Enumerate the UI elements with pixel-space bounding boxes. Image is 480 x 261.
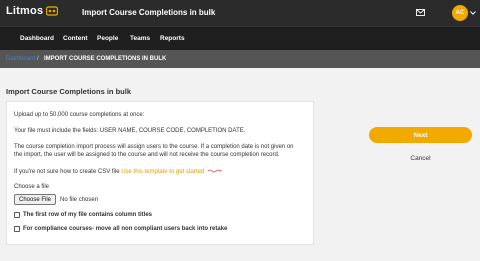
choose-file-label: Choose a file (14, 184, 50, 190)
template-hint: If you're not sure how to create CSV fil… (14, 168, 222, 176)
avatar[interactable]: AC (452, 5, 468, 21)
nav-reports[interactable]: Reports (160, 35, 185, 42)
breadcrumb-separator: / (37, 56, 39, 62)
column-titles-label[interactable]: The first row of my file contains column… (23, 212, 152, 218)
page-title: Import Course Completions in bulk (82, 8, 216, 17)
compliance-option[interactable]: For compliance courses- move all non com… (14, 226, 227, 232)
nav-teams[interactable]: Teams (130, 35, 150, 42)
required-fields-text: Your file must include the fields: USER … (14, 128, 246, 134)
compliance-label[interactable]: For compliance courses- move all non com… (23, 226, 227, 232)
breadcrumb: Dashboard / IMPORT COURSE COMPLETIONS IN… (0, 50, 480, 68)
next-button[interactable]: Next (369, 127, 472, 143)
chevron-down-icon[interactable] (470, 11, 476, 15)
upload-limit-text: Upload up to 50,000 course completions a… (14, 112, 145, 118)
logo[interactable]: Litmos (6, 5, 59, 17)
nav-people[interactable]: People (97, 35, 118, 42)
squiggle-underline-icon (207, 170, 222, 173)
logo-mark-icon (46, 6, 59, 16)
logo-text: Litmos (6, 5, 44, 17)
top-bar: Litmos Import Course Completions in bulk… (0, 0, 480, 26)
column-titles-checkbox[interactable] (14, 212, 20, 218)
column-titles-option[interactable]: The first row of my file contains column… (14, 212, 152, 218)
template-link[interactable]: Use this template to get started (121, 169, 204, 175)
template-prefix: If you're not sure how to create CSV fil… (14, 169, 120, 175)
file-status: No file chosen (60, 196, 99, 203)
main-nav: Dashboard Content People Teams Reports (0, 26, 480, 50)
mail-icon[interactable] (416, 9, 425, 16)
process-note-line2: the import, the user will be assigned to… (14, 152, 280, 158)
choose-file-button[interactable]: Choose File (14, 194, 57, 205)
section-heading: Import Course Completions in bulk (6, 87, 132, 96)
nav-dashboard[interactable]: Dashboard (20, 35, 54, 42)
import-form-panel: Upload up to 50,000 course completions a… (6, 101, 314, 245)
breadcrumb-dashboard-link[interactable]: Dashboard (6, 56, 35, 62)
cancel-button[interactable]: Cancel (369, 151, 472, 165)
nav-content[interactable]: Content (63, 35, 88, 42)
process-note-line1: The course completion import process wil… (14, 144, 294, 150)
file-picker: Choose File No file chosen (14, 194, 98, 205)
compliance-checkbox[interactable] (14, 226, 20, 232)
breadcrumb-current: IMPORT COURSE COMPLETIONS IN BULK (44, 56, 167, 62)
